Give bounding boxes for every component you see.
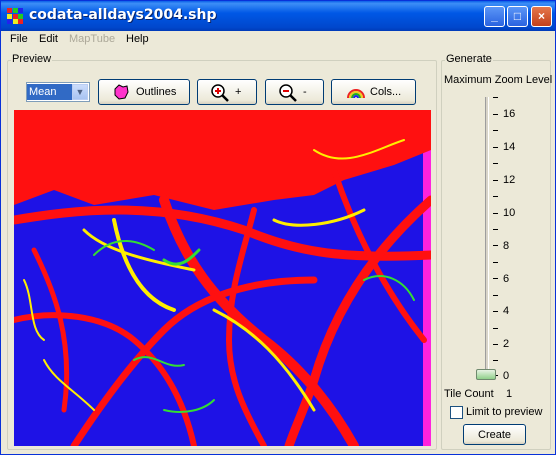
slider-tick-label: 2	[503, 338, 510, 350]
slider-tick	[493, 180, 498, 181]
zoom-slider-thumb[interactable]	[476, 369, 496, 380]
close-button[interactable]: ×	[531, 6, 552, 27]
slider-tick-label: 16	[503, 108, 516, 120]
slider-tick	[493, 196, 498, 197]
slider-tick	[493, 344, 498, 345]
zoom-out-label: -	[303, 86, 307, 98]
slider-tick-label: 8	[503, 240, 510, 252]
create-button[interactable]: Create	[463, 424, 526, 445]
slider-tick-label: 4	[503, 305, 510, 317]
preview-group-label: Preview	[11, 53, 53, 65]
window-title: codata-alldays2004.shp	[29, 7, 217, 23]
zoom-in-icon	[211, 84, 229, 102]
outlines-icon	[114, 84, 129, 100]
slider-tick	[493, 130, 498, 131]
slider-tick	[493, 311, 498, 312]
colours-button[interactable]: Cols...	[331, 79, 416, 105]
map-preview[interactable]	[14, 110, 431, 446]
chevron-down-icon[interactable]: ▼	[72, 84, 88, 100]
mode-select[interactable]: Mean ▼	[26, 82, 90, 102]
slider-tick-label: 6	[503, 273, 510, 285]
slider-tick	[493, 97, 498, 98]
minimize-button[interactable]: _	[484, 6, 505, 27]
limit-to-preview-label[interactable]: Limit to preview	[466, 406, 542, 418]
rainbow-icon	[347, 89, 365, 99]
slider-tick	[493, 114, 498, 115]
create-label: Create	[478, 429, 512, 441]
zoom-in-label: +	[235, 86, 242, 98]
tile-count-value: 1	[506, 388, 513, 400]
app-window: codata-alldays2004.shp _ □ × File Edit M…	[0, 0, 556, 455]
zoom-level-label: Maximum Zoom Level	[444, 74, 553, 86]
limit-to-preview-checkbox[interactable]	[450, 406, 463, 419]
app-icon	[7, 8, 23, 24]
colours-label: Cols...	[370, 86, 402, 98]
tile-count-label: Tile Count	[444, 388, 494, 400]
slider-tick	[493, 360, 498, 361]
slider-tick	[493, 278, 498, 279]
zoom-in-button[interactable]: +	[197, 79, 257, 105]
slider-tick	[493, 245, 498, 246]
slider-tick	[493, 147, 498, 148]
slider-tick-label: 10	[503, 207, 516, 219]
menu-maptube: MapTube	[69, 33, 116, 45]
map-preview-image	[14, 110, 431, 446]
generate-group-label: Generate	[445, 53, 493, 65]
menu-help[interactable]: Help	[126, 33, 149, 45]
menu-file[interactable]: File	[10, 33, 28, 45]
outlines-button[interactable]: Outlines	[98, 79, 190, 105]
mode-select-value: Mean	[27, 84, 72, 100]
slider-tick	[493, 163, 498, 164]
slider-tick	[493, 328, 498, 329]
zoom-out-button[interactable]: -	[265, 79, 324, 105]
menu-bar: File Edit MapTube Help	[1, 31, 555, 49]
outlines-label: Outlines	[136, 86, 177, 98]
slider-tick	[493, 229, 498, 230]
zoom-out-icon	[279, 84, 297, 102]
slider-tick-label: 14	[503, 141, 516, 153]
maximize-button[interactable]: □	[507, 6, 528, 27]
slider-tick	[493, 213, 498, 214]
zoom-slider-track[interactable]	[485, 97, 489, 377]
slider-tick-label: 0	[503, 370, 510, 382]
menu-edit[interactable]: Edit	[39, 33, 58, 45]
title-bar[interactable]: codata-alldays2004.shp _ □ ×	[1, 1, 555, 31]
slider-tick	[493, 295, 498, 296]
slider-tick-label: 12	[503, 174, 516, 186]
slider-tick	[493, 262, 498, 263]
